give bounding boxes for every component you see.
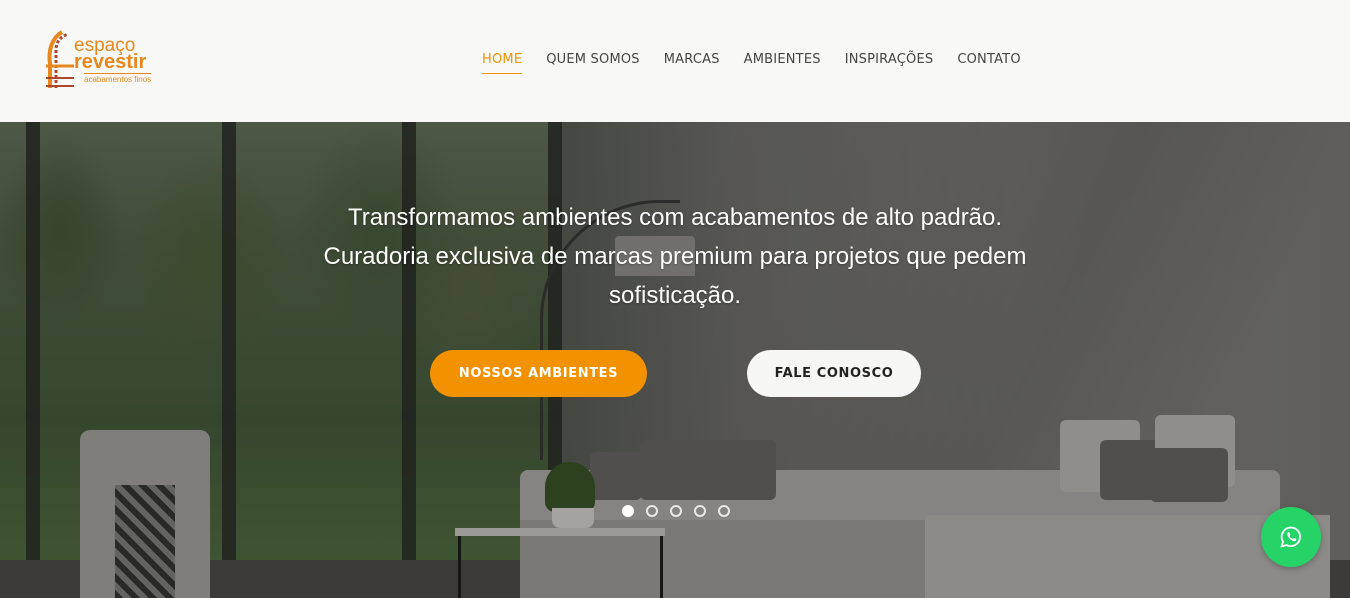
site-logo[interactable]: espaço revestir acabamentos finos [44, 28, 174, 94]
nav-contato[interactable]: CONTATO [957, 52, 1020, 74]
nossos-ambientes-button[interactable]: NOSSOS AMBIENTES [430, 350, 647, 397]
slider-dot-2[interactable] [646, 505, 658, 517]
main-nav: HOME QUEM SOMOS MARCAS AMBIENTES INSPIRA… [482, 52, 1021, 74]
slider-dots [622, 505, 730, 517]
logo-tagline: acabamentos finos [84, 73, 152, 84]
slider-dot-5[interactable] [718, 505, 730, 517]
slider-dot-1[interactable] [622, 505, 634, 517]
hero-line-2: Curadoria exclusiva de marcas premium pa… [323, 243, 1027, 270]
hero-line-3: sofisticação. [608, 282, 742, 309]
slider-dot-4[interactable] [694, 505, 706, 517]
nav-quem-somos[interactable]: QUEM SOMOS [546, 52, 640, 74]
fale-conosco-button[interactable]: FALE CONOSCO [747, 350, 921, 397]
hero-headline: Transformamos ambientes com acabamentos … [250, 198, 1100, 315]
site-header: espaço revestir acabamentos finos HOME Q… [0, 0, 1350, 122]
nav-inspiracoes[interactable]: INSPIRAÇÕES [845, 52, 934, 74]
nav-marcas[interactable]: MARCAS [664, 52, 720, 74]
whatsapp-button[interactable] [1261, 507, 1321, 567]
slider-dot-3[interactable] [670, 505, 682, 517]
whatsapp-icon [1280, 526, 1301, 548]
nav-home[interactable]: HOME [482, 52, 523, 74]
hero-line-1: Transformamos ambientes com acabamentos … [347, 204, 1003, 231]
logo-mark-icon [46, 30, 74, 88]
nav-ambientes[interactable]: AMBIENTES [744, 52, 821, 74]
logo-name-line2: revestir [74, 51, 147, 73]
